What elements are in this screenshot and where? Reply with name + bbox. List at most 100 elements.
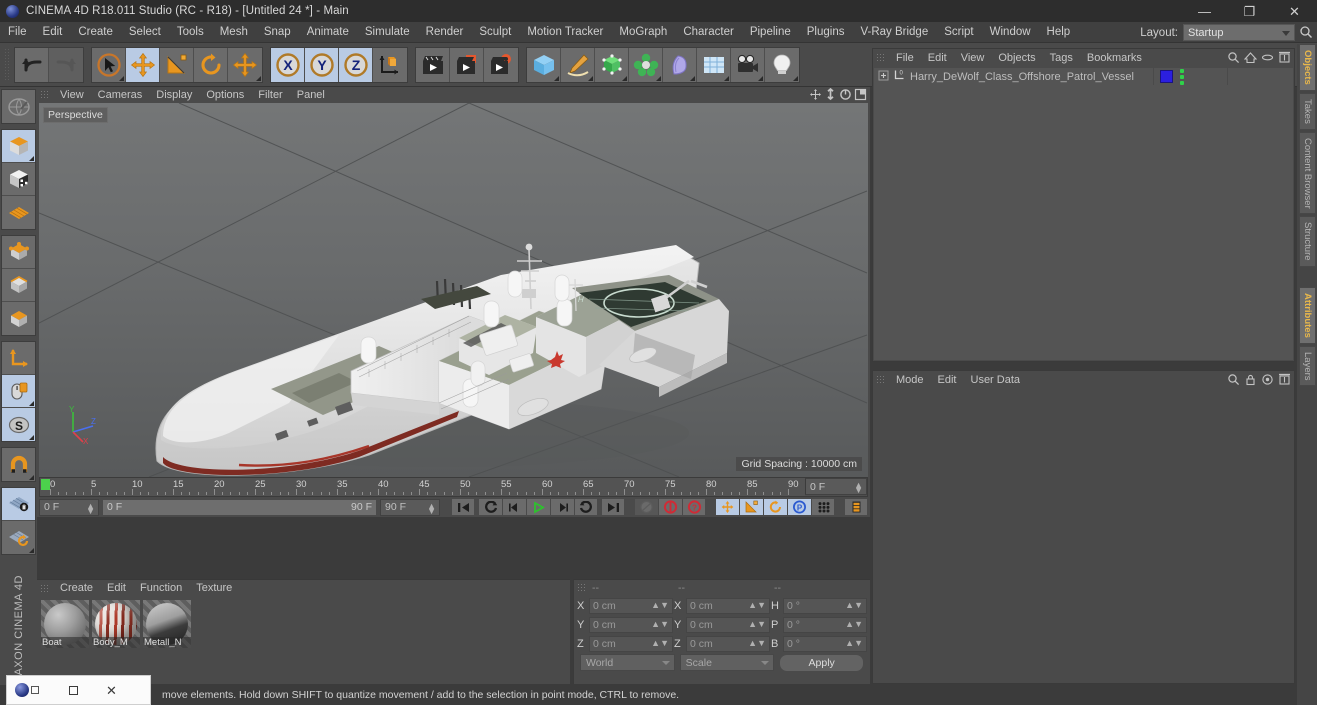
redo-button[interactable] bbox=[49, 47, 83, 82]
render-view-button[interactable] bbox=[416, 47, 450, 82]
viewport-menu-options[interactable]: Options bbox=[199, 87, 251, 103]
menu-item-motion-tracker[interactable]: Motion Tracker bbox=[519, 22, 611, 43]
object-menu-file[interactable]: File bbox=[889, 49, 921, 67]
cube-primitive-button[interactable] bbox=[527, 47, 561, 82]
previous-frame-button[interactable] bbox=[502, 498, 526, 516]
menu-item-create[interactable]: Create bbox=[70, 22, 121, 43]
move-tool-button[interactable] bbox=[126, 47, 160, 82]
search-icon[interactable] bbox=[1227, 51, 1240, 67]
make-editable-button[interactable] bbox=[2, 90, 35, 123]
menu-item-pipeline[interactable]: Pipeline bbox=[742, 22, 799, 43]
render-picture-viewer-button[interactable] bbox=[450, 47, 484, 82]
search-icon[interactable] bbox=[1299, 25, 1313, 42]
menu-item-simulate[interactable]: Simulate bbox=[357, 22, 418, 43]
coord-pos-z-input[interactable]: 0 cm ▲▼ bbox=[589, 635, 673, 652]
go-to-start-button[interactable] bbox=[451, 498, 475, 516]
size-mode-dropdown[interactable]: Scale bbox=[679, 654, 775, 671]
tab-takes[interactable]: Takes bbox=[1299, 92, 1316, 130]
viewport-menu-cameras[interactable]: Cameras bbox=[91, 87, 150, 103]
tab-layers[interactable]: Layers bbox=[1299, 345, 1316, 387]
rotate-tool-button[interactable] bbox=[194, 47, 228, 82]
minimize-button[interactable]: — bbox=[1182, 0, 1227, 22]
menu-item-sculpt[interactable]: Sculpt bbox=[471, 22, 519, 43]
spinner-icon[interactable]: ▲▼ bbox=[651, 638, 669, 647]
tab-structure[interactable]: Structure bbox=[1299, 216, 1316, 267]
viewport-menu-filter[interactable]: Filter bbox=[251, 87, 289, 103]
spinner-icon[interactable]: ▲▼ bbox=[651, 600, 669, 609]
menu-item-tools[interactable]: Tools bbox=[169, 22, 212, 43]
object-name-label[interactable]: Harry_DeWolf_Class_Offshore_Patrol_Vesse… bbox=[910, 71, 1134, 83]
object-panel-grip[interactable] bbox=[876, 53, 885, 63]
attributes-panel-grip[interactable] bbox=[876, 375, 885, 385]
spinner-icon[interactable]: ▲▼ bbox=[427, 501, 436, 515]
preview-range-bar[interactable]: 0 F 90 F bbox=[102, 498, 377, 516]
point-mode-button[interactable] bbox=[2, 236, 35, 269]
timeline-ruler[interactable]: 0 5 10 15 20 25 30 35 40 45 50 55 60 65 70 75 80 85 90 bbox=[40, 478, 805, 496]
mini-window-overlay[interactable]: ✕ bbox=[6, 675, 151, 705]
current-time-marker[interactable] bbox=[41, 479, 50, 490]
position-key-button[interactable] bbox=[715, 498, 739, 516]
search-icon[interactable] bbox=[1227, 373, 1240, 389]
spinner-icon[interactable]: ▲▼ bbox=[86, 501, 95, 515]
menu-item-file[interactable]: File bbox=[0, 22, 35, 43]
coordinates-panel-grip[interactable] bbox=[577, 583, 586, 593]
material-panel-grip[interactable] bbox=[40, 583, 49, 594]
material-item[interactable]: Metall_N bbox=[143, 600, 191, 648]
coord-rot-p-input[interactable]: 0 ° ▲▼ bbox=[783, 616, 867, 633]
scale-key-button[interactable] bbox=[739, 498, 763, 516]
menu-item-help[interactable]: Help bbox=[1039, 22, 1079, 43]
viewport-menu-view[interactable]: View bbox=[53, 87, 91, 103]
menu-item-plugins[interactable]: Plugins bbox=[799, 22, 853, 43]
attributes-menu-edit[interactable]: Edit bbox=[931, 371, 964, 389]
undo-button[interactable] bbox=[15, 47, 49, 82]
attributes-content-area[interactable] bbox=[874, 390, 1293, 682]
live-selection-button[interactable] bbox=[92, 47, 126, 82]
mini-restore-button[interactable] bbox=[69, 685, 78, 695]
spinner-icon[interactable]: ▲▼ bbox=[845, 619, 863, 628]
menu-item-mograph[interactable]: MoGraph bbox=[611, 22, 675, 43]
layer-color-swatch[interactable] bbox=[1160, 70, 1173, 83]
viewport-menu-panel[interactable]: Panel bbox=[290, 87, 332, 103]
mouse-viewport-button[interactable] bbox=[2, 375, 35, 408]
next-key-button[interactable] bbox=[574, 498, 598, 516]
attributes-menu-user-data[interactable]: User Data bbox=[964, 371, 1028, 389]
apply-button[interactable]: Apply bbox=[779, 653, 865, 672]
close-button[interactable]: ✕ bbox=[1272, 0, 1317, 22]
array-generator-button[interactable] bbox=[629, 47, 663, 82]
record-active-objects-button[interactable] bbox=[634, 498, 658, 516]
zoom-icon[interactable] bbox=[824, 87, 837, 104]
pan-icon[interactable] bbox=[809, 88, 822, 104]
edge-mode-button[interactable] bbox=[2, 269, 35, 302]
toolbar-grip[interactable] bbox=[4, 47, 11, 82]
start-frame-field[interactable]: 0 F ▲ ▼ bbox=[39, 498, 99, 516]
menu-item-script[interactable]: Script bbox=[936, 22, 981, 43]
light-button[interactable] bbox=[765, 47, 799, 82]
spinner-icon[interactable]: ▲▼ bbox=[854, 481, 863, 495]
nurbs-generator-button[interactable] bbox=[595, 47, 629, 82]
next-frame-button[interactable] bbox=[550, 498, 574, 516]
rotate-view-icon[interactable] bbox=[839, 88, 852, 104]
lock-icon[interactable] bbox=[1244, 373, 1257, 389]
spinner-icon[interactable]: ▲▼ bbox=[748, 600, 766, 609]
object-menu-edit[interactable]: Edit bbox=[921, 49, 954, 67]
eye-icon[interactable] bbox=[1261, 51, 1274, 67]
coord-system-dropdown[interactable]: World bbox=[580, 654, 675, 671]
spinner-icon[interactable]: ▲▼ bbox=[845, 600, 863, 609]
end-frame-field[interactable]: 90 F ▲ ▼ bbox=[380, 498, 440, 516]
time-slider[interactable]: 0 5 10 15 20 25 30 35 40 45 50 55 60 65 70 75 80 85 90 0 F… bbox=[39, 477, 868, 497]
menu-item-mesh[interactable]: Mesh bbox=[212, 22, 256, 43]
point-level-animation-button[interactable] bbox=[811, 498, 835, 516]
lock-workplane-button[interactable] bbox=[2, 488, 35, 521]
dynamic-place-button[interactable] bbox=[228, 47, 262, 82]
model-mode-button[interactable] bbox=[2, 130, 35, 163]
menu-item-character[interactable]: Character bbox=[675, 22, 742, 43]
menu-item-render[interactable]: Render bbox=[418, 22, 472, 43]
coord-size-y-input[interactable]: 0 cm ▲▼ bbox=[686, 616, 770, 633]
autokeying-button[interactable] bbox=[658, 498, 682, 516]
tab-objects[interactable]: Objects bbox=[1299, 44, 1316, 91]
soft-selection-button[interactable]: S bbox=[2, 408, 35, 441]
tab-attributes[interactable]: Attributes bbox=[1299, 287, 1316, 344]
menu-item-vray-bridge[interactable]: V-Ray Bridge bbox=[852, 22, 936, 43]
previous-key-button[interactable] bbox=[478, 498, 502, 516]
coord-pos-x-input[interactable]: 0 cm ▲▼ bbox=[589, 597, 673, 614]
